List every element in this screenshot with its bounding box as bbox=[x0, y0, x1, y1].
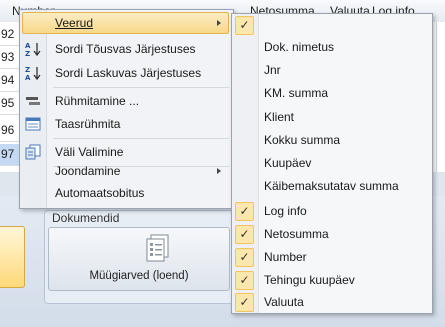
submenu-item-km-summa[interactable]: KM. summa bbox=[234, 82, 430, 105]
submenu-item-label: KM. summa bbox=[264, 86, 329, 100]
submenu-item-label: Kokku summa bbox=[264, 133, 341, 147]
submenu-item-kaibemaksutatav-summa[interactable]: Käibemaksutatav summa bbox=[234, 175, 430, 198]
column-divider bbox=[436, 22, 437, 172]
svg-text:Z: Z bbox=[25, 66, 30, 74]
menu-item-veerud[interactable]: Veerud bbox=[22, 12, 229, 34]
submenu-item-label: Number bbox=[264, 250, 307, 264]
menu-separator bbox=[53, 87, 229, 88]
menu-item-label: Veerud bbox=[55, 16, 94, 30]
submenu-arrow-icon bbox=[217, 20, 221, 26]
group-icon bbox=[25, 93, 41, 109]
submenu-item-label: Käibemaksutatav summa bbox=[264, 179, 399, 193]
menu-item-autofit[interactable]: Automaatsobitus bbox=[22, 182, 229, 204]
submenu-item-label: Netosumma bbox=[264, 227, 329, 241]
svg-text:A: A bbox=[25, 42, 31, 50]
menu-item-label: Sordi Laskuvas Järjestuses bbox=[55, 66, 202, 80]
submenu-item-label: Klient bbox=[264, 110, 295, 124]
checkmark-icon: ✓ bbox=[235, 271, 254, 290]
submenu-item-label: Valuuta bbox=[264, 295, 304, 309]
menu-item-label: Rühmitamine ... bbox=[55, 94, 140, 108]
submenu-item-tehingu-kuupaev[interactable]: ✓ Tehingu kuupäev bbox=[234, 269, 430, 292]
submenu-item-kuupaev[interactable]: Kuupäev bbox=[234, 152, 430, 175]
columns-submenu: ✓ Dok. nimetus Jnr KM. summa Klient Kokk… bbox=[231, 13, 433, 314]
submenu-item-blank[interactable]: ✓ bbox=[234, 14, 430, 37]
sales-invoices-list-label: Müügiarved (loend) bbox=[89, 270, 189, 282]
menu-item-label: Sordi Tõusvas Järjestuses bbox=[55, 42, 196, 56]
ribbon-group-title: Dokumendid bbox=[52, 211, 120, 225]
menu-item-sort-ascending[interactable]: A Z Sordi Tõusvas Järjestuses bbox=[22, 38, 229, 60]
submenu-item-label: Kuupäev bbox=[264, 156, 312, 170]
checkmark-icon: ✓ bbox=[235, 293, 254, 312]
submenu-item-log-info[interactable]: ✓ Log info bbox=[234, 200, 430, 223]
submenu-item-label: Log info bbox=[264, 204, 307, 218]
submenu-item-netosumma[interactable]: ✓ Netosumma bbox=[234, 223, 430, 246]
context-menu: Veerud A Z Sordi Tõusvas Järjestuses Z A… bbox=[19, 9, 234, 209]
submenu-item-label: Jnr bbox=[264, 63, 281, 77]
document-list-icon bbox=[145, 234, 171, 267]
menu-item-grouping[interactable]: Rühmitamine ... bbox=[22, 90, 229, 112]
menu-item-label: Joondamine bbox=[55, 164, 121, 178]
field-chooser-icon bbox=[25, 144, 41, 160]
ribbon-edge bbox=[432, 196, 445, 327]
menu-item-regroup[interactable]: Taasrühmita bbox=[22, 113, 229, 135]
menu-item-label: Taasrühmita bbox=[55, 117, 121, 131]
sort-ascending-icon: A Z bbox=[25, 41, 41, 58]
submenu-item-label: Tehingu kuupäev bbox=[264, 273, 355, 287]
checkmark-icon: ✓ bbox=[235, 202, 254, 221]
submenu-item-number[interactable]: ✓ Number bbox=[234, 246, 430, 269]
regroup-icon bbox=[25, 116, 41, 132]
svg-text:A: A bbox=[25, 74, 31, 81]
checkmark-icon: ✓ bbox=[235, 248, 254, 267]
submenu-item-valuuta[interactable]: ✓ Valuuta bbox=[234, 291, 430, 314]
checkmark-icon: ✓ bbox=[235, 16, 254, 35]
sort-descending-icon: Z A bbox=[25, 65, 41, 82]
submenu-item-jnr[interactable]: Jnr bbox=[234, 59, 430, 82]
menu-item-label: Automaatsobitus bbox=[55, 186, 145, 200]
sales-invoices-list-button[interactable]: Müügiarved (loend) bbox=[48, 227, 230, 291]
submenu-item-dok-nimetus[interactable]: Dok. nimetus bbox=[234, 36, 430, 59]
submenu-item-kokku-summa[interactable]: Kokku summa bbox=[234, 129, 430, 152]
submenu-item-klient[interactable]: Klient bbox=[234, 106, 430, 129]
menu-item-sort-descending[interactable]: Z A Sordi Laskuvas Järjestuses bbox=[22, 62, 229, 84]
submenu-item-label: Dok. nimetus bbox=[264, 40, 335, 54]
checkmark-icon: ✓ bbox=[235, 225, 254, 244]
menu-item-alignment[interactable]: Joondamine bbox=[22, 160, 229, 182]
ribbon-button-partial[interactable] bbox=[0, 226, 25, 288]
submenu-arrow-icon bbox=[217, 168, 221, 174]
svg-text:Z: Z bbox=[25, 50, 30, 57]
menu-separator bbox=[53, 138, 229, 139]
